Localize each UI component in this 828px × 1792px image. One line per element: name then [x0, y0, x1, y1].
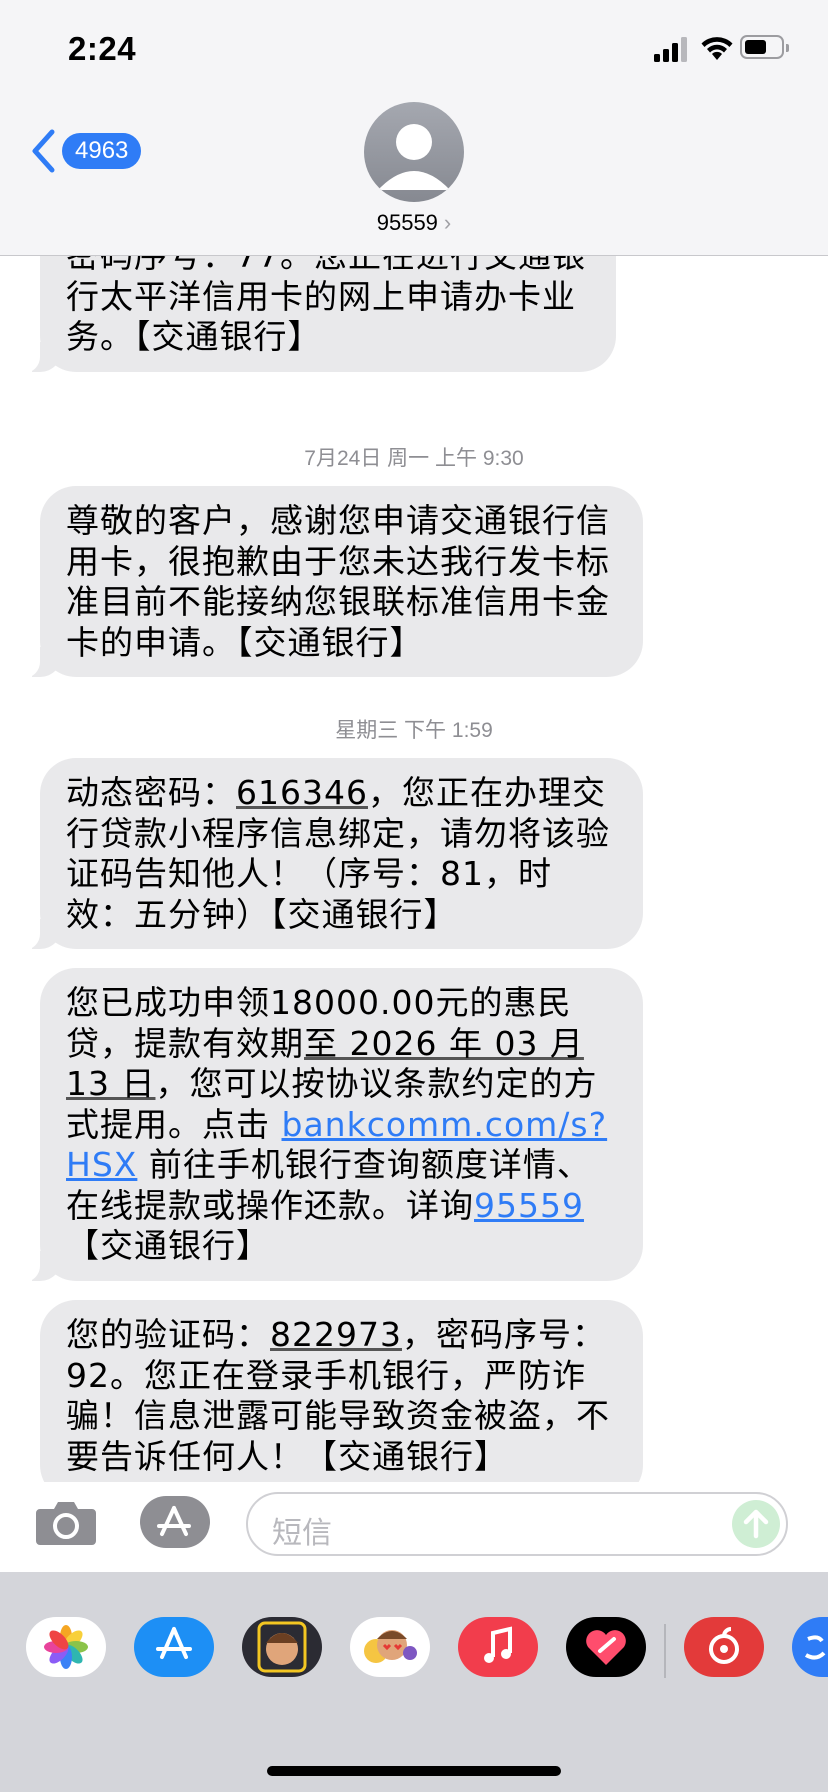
app-store-icon [157, 1506, 191, 1536]
message-text: 您的验证码： [66, 1315, 270, 1354]
unread-count-badge: 4963 [62, 133, 142, 169]
netease-music-app-icon[interactable] [684, 1617, 764, 1677]
send-button[interactable] [732, 1500, 780, 1548]
cellular-signal-icon [654, 36, 690, 62]
message-text: 务。【交通银行】 [66, 317, 322, 356]
message-bubble[interactable]: 动态密码：616346，您正在办理交行贷款小程序信息绑定，请勿将该验证码告知他人… [18, 758, 643, 950]
wifi-icon [701, 37, 733, 60]
contact-name[interactable]: 95559 › [0, 210, 828, 236]
chevron-left-icon [32, 129, 55, 173]
input-placeholder: 短信 [272, 1516, 332, 1551]
arrow-up-icon [743, 1509, 769, 1539]
app-drawer [0, 1572, 828, 1792]
navigation-header: 2:24 4963 95559 › [0, 0, 828, 256]
person-icon [378, 124, 450, 190]
phone-link[interactable]: 95559 [474, 1186, 584, 1225]
contact-number: 95559 [376, 210, 438, 235]
status-time: 2:24 [68, 30, 137, 67]
message-text: 尊敬的客户，感谢您申请交通银行信用卡，很抱歉由于您未达我行发卡标准目前不能接纳您… [66, 501, 610, 662]
memoji-app-icon[interactable] [242, 1617, 322, 1677]
photos-app-icon[interactable] [26, 1617, 106, 1677]
music-app-icon[interactable] [458, 1617, 538, 1677]
animoji-stickers-app-icon[interactable] [350, 1617, 430, 1677]
compose-bar: 短信 [0, 1482, 828, 1572]
app-store-button[interactable] [140, 1496, 210, 1548]
message-text: 行太平洋信用卡的网上申请办卡业 [66, 276, 576, 316]
message-bubble[interactable]: 您的验证码：822973，密码序号：92。您正在登录手机银行，严防诈骗！信息泄露… [40, 1300, 643, 1482]
verification-code[interactable]: 822973 [270, 1315, 402, 1354]
back-button[interactable]: 4963 [30, 128, 142, 174]
chevron-right-icon: › [443, 210, 452, 235]
home-indicator [267, 1766, 561, 1776]
message-bubble[interactable]: 您已成功申领18000.00元的惠民贷，提款有效期至 2026 年 03 月 1… [18, 968, 643, 1281]
drawer-divider [664, 1624, 666, 1678]
message-text: 动态密码： [66, 773, 236, 812]
verification-code[interactable]: 616346 [236, 773, 368, 812]
timestamp: 7月24日 周一 上午 9:30 [304, 447, 524, 470]
more-app-icon[interactable] [792, 1617, 828, 1677]
message-text: 【交通银行】 [66, 1226, 270, 1265]
battery-icon [740, 35, 789, 59]
contact-avatar[interactable] [364, 102, 464, 202]
app-store-app-icon[interactable] [134, 1617, 214, 1677]
heart-app-icon[interactable] [566, 1617, 646, 1677]
message-input[interactable]: 短信 [246, 1492, 788, 1556]
camera-icon[interactable] [34, 1497, 98, 1547]
message-bubble[interactable]: 尊敬的客户，感谢您申请交通银行信用卡，很抱歉由于您未达我行发卡标准目前不能接纳您… [18, 486, 643, 678]
timestamp: 星期三 下午 1:59 [335, 719, 493, 742]
